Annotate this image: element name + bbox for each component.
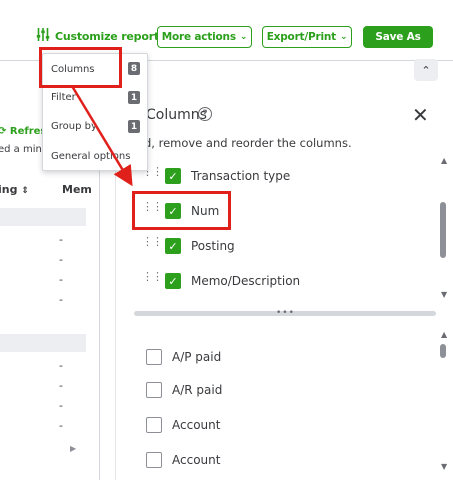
menu-badge: 1 — [128, 91, 140, 104]
checkbox-checked[interactable]: ✓ — [165, 273, 181, 289]
close-icon[interactable]: ✕ — [412, 103, 429, 127]
checkbox-unchecked[interactable] — [146, 349, 162, 365]
selected-column-row[interactable]: ⋮⋮ ✓ Posting — [116, 233, 436, 259]
column-label: Memo/Description — [191, 274, 301, 288]
scroll-down-icon[interactable]: ▼ — [441, 462, 447, 471]
cell-value: - — [59, 273, 63, 286]
report-group-band — [0, 208, 86, 226]
available-column-row[interactable]: Account — [116, 447, 436, 473]
menu-item-group-by[interactable]: Group by — [51, 121, 97, 132]
checkbox-unchecked[interactable] — [146, 382, 162, 398]
sliders-icon — [36, 28, 50, 44]
cell-value: - — [59, 359, 63, 372]
column-header-posting[interactable]: ing ⇕ — [0, 183, 29, 196]
chevron-down-icon: ⌄ — [239, 32, 248, 42]
panel-description: d, remove and reorder the columns. — [144, 136, 352, 150]
scrollbar-thumb[interactable] — [440, 344, 446, 358]
highlight-box-columns — [39, 47, 122, 88]
available-column-row[interactable]: Account — [116, 412, 436, 438]
menu-badge: 1 — [128, 120, 140, 133]
more-actions-label: More actions — [161, 31, 236, 43]
cell-value: - — [59, 293, 63, 306]
help-icon[interactable]: ? — [198, 107, 212, 121]
menu-item-filter[interactable]: Filter — [51, 92, 76, 103]
cell-value: - — [59, 253, 63, 266]
chevron-up-icon: ⌃ — [421, 63, 431, 77]
column-label: A/R paid — [172, 383, 223, 397]
menu-badge: 8 — [128, 62, 140, 75]
report-column-headers: ing ⇕ Mem — [0, 180, 92, 200]
drag-dots-icon[interactable]: ••• — [276, 308, 295, 318]
available-column-row[interactable]: A/P paid — [116, 344, 436, 370]
save-as-label: Save As — [375, 31, 421, 43]
column-label: Transaction type — [191, 169, 291, 183]
customize-report-label: Customize report — [55, 29, 159, 43]
scroll-up-icon[interactable]: ▲ — [441, 330, 447, 339]
scroll-down-icon[interactable]: ▼ — [441, 290, 447, 299]
column-label: A/P paid — [172, 350, 222, 364]
checkbox-checked[interactable]: ✓ — [165, 238, 181, 254]
selected-column-row[interactable]: ⋮⋮ ✓ Memo/Description — [116, 268, 436, 294]
cell-value: - — [59, 419, 63, 432]
cell-value: - — [59, 379, 63, 392]
column-header-label: ing — [0, 183, 18, 196]
column-header-memo[interactable]: Mem — [62, 183, 92, 196]
report-group-band — [0, 334, 86, 352]
refresh-icon: ⟳ — [0, 126, 7, 137]
available-column-row[interactable]: A/R paid — [116, 377, 436, 403]
export-print-label: Export/Print — [266, 31, 336, 43]
more-actions-button[interactable]: More actions ⌄ — [157, 26, 252, 48]
column-label: Account — [172, 453, 221, 467]
chevron-down-icon: ⌄ — [339, 32, 348, 42]
last-edited-text: ed a min — [0, 144, 42, 155]
selected-column-row[interactable]: ⋮⋮ ✓ Transaction type — [116, 163, 436, 189]
highlight-box-num — [132, 191, 231, 230]
scroll-up-icon[interactable]: ▲ — [441, 156, 447, 165]
checkbox-checked[interactable]: ✓ — [165, 168, 181, 184]
cell-value: - — [59, 399, 63, 412]
checkbox-unchecked[interactable] — [146, 452, 162, 468]
export-print-button[interactable]: Export/Print ⌄ — [262, 26, 352, 48]
collapse-button[interactable]: ⌃ — [414, 59, 438, 81]
drag-handle-icon[interactable]: ⋮⋮ — [142, 271, 163, 282]
checkbox-unchecked[interactable] — [146, 417, 162, 433]
scroll-right-icon[interactable]: ▶ — [70, 444, 76, 453]
customize-report-button[interactable]: Customize report — [36, 28, 159, 44]
scrollbar-thumb[interactable] — [440, 202, 446, 258]
sort-icon: ⇕ — [21, 186, 29, 196]
columns-panel: Columns ? ✕ d, remove and reorder the co… — [115, 82, 453, 480]
drag-handle-icon[interactable]: ⋮⋮ — [142, 236, 163, 247]
column-label: Posting — [191, 239, 235, 253]
menu-item-general-options[interactable]: General options — [51, 151, 130, 162]
column-label: Account — [172, 418, 221, 432]
cell-value: - — [59, 233, 63, 246]
save-as-button[interactable]: Save As — [363, 26, 433, 48]
